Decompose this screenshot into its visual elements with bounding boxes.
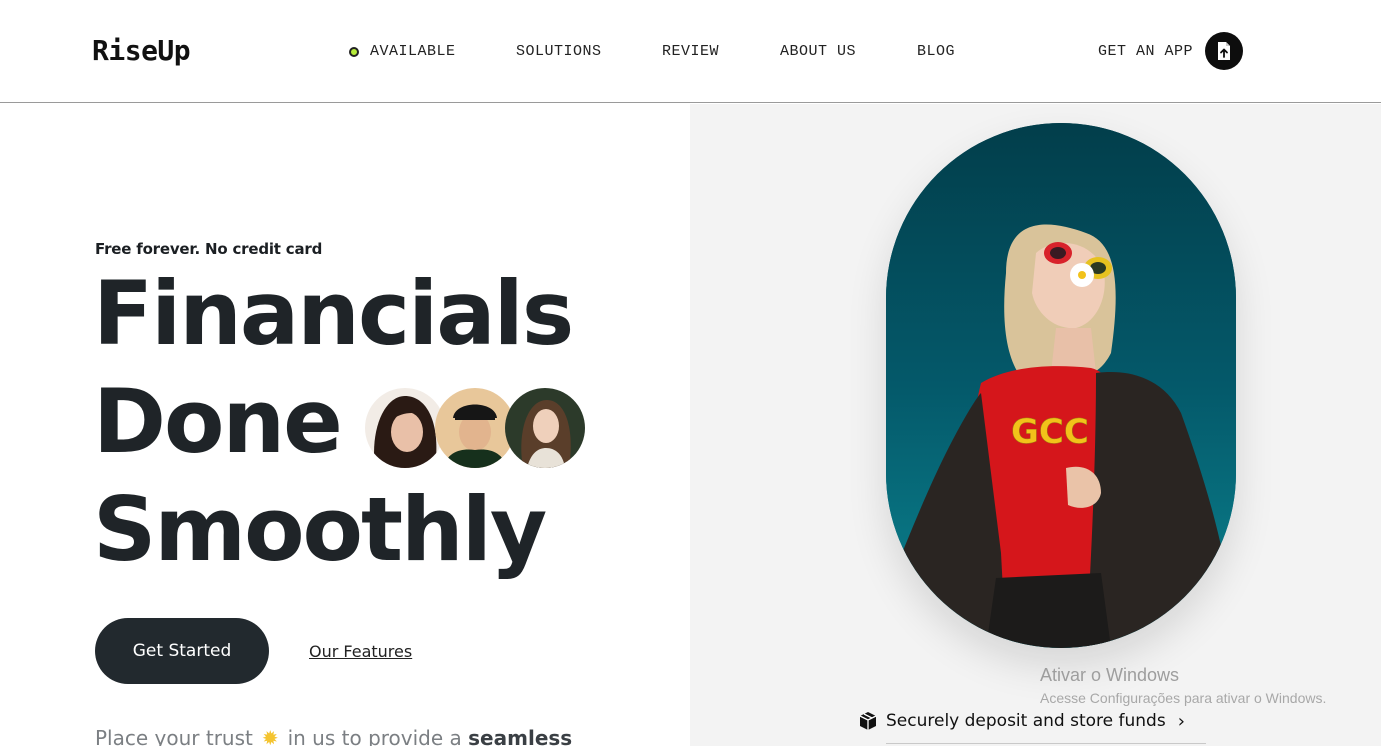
site-header: RiseUp AVAILABLE SOLUTIONS REVIEW ABOUT … [0,0,1381,103]
chevron-right-icon: › [1177,710,1185,732]
hero-headline-line-1: Financials [93,262,574,365]
nav-solutions[interactable]: SOLUTIONS [516,43,602,60]
woman-sunglasses-flower-photo: GCC [886,123,1236,648]
trust-statement: Place your trust ✹ in us to provide a se… [95,726,572,746]
main-nav: AVAILABLE SOLUTIONS REVIEW ABOUT US BLOG… [0,43,1381,63]
get-started-button[interactable]: Get Started [95,618,269,684]
secure-deposit-label: Securely deposit and store funds [886,711,1166,731]
os-activation-watermark-subtitle: Acesse Configurações para ativar o Windo… [1040,690,1327,706]
trust-text-part-2: in us to provide a [287,726,462,746]
available-status-dot [349,47,359,57]
nav-blog[interactable]: BLOG [917,43,955,60]
secure-deposit-link[interactable]: Securely deposit and store funds › [858,710,1185,732]
get-app-link[interactable]: GET AN APP [1098,43,1193,60]
nav-review[interactable]: REVIEW [662,43,719,60]
avatar-man-cap [435,388,515,468]
sun-icon: ✹ [261,726,279,746]
os-activation-watermark-title: Ativar o Windows [1040,665,1180,685]
trust-text-part-1: Place your trust [95,726,253,746]
box-icon [859,712,877,730]
nav-available[interactable]: AVAILABLE [349,43,456,60]
avatar-woman-curly-hair [365,388,445,468]
trust-text-bold: seamless [468,726,573,746]
nav-about-us[interactable]: ABOUT US [780,43,856,60]
our-features-link[interactable]: Our Features [309,642,412,661]
divider [886,743,1206,744]
hero-headline-line-2: Done [93,370,343,473]
file-upload-icon [1218,42,1230,60]
hero-tagline: Free forever. No credit card [95,240,323,258]
avatar-woman-long-hair [505,388,585,468]
nav-available-label: AVAILABLE [370,43,456,60]
svg-text:GCC: GCC [1011,412,1089,452]
hero-image-panel: GCC [690,104,1381,746]
get-app-button[interactable] [1205,32,1243,70]
hero-headline-line-3: Smoothly [93,478,547,581]
